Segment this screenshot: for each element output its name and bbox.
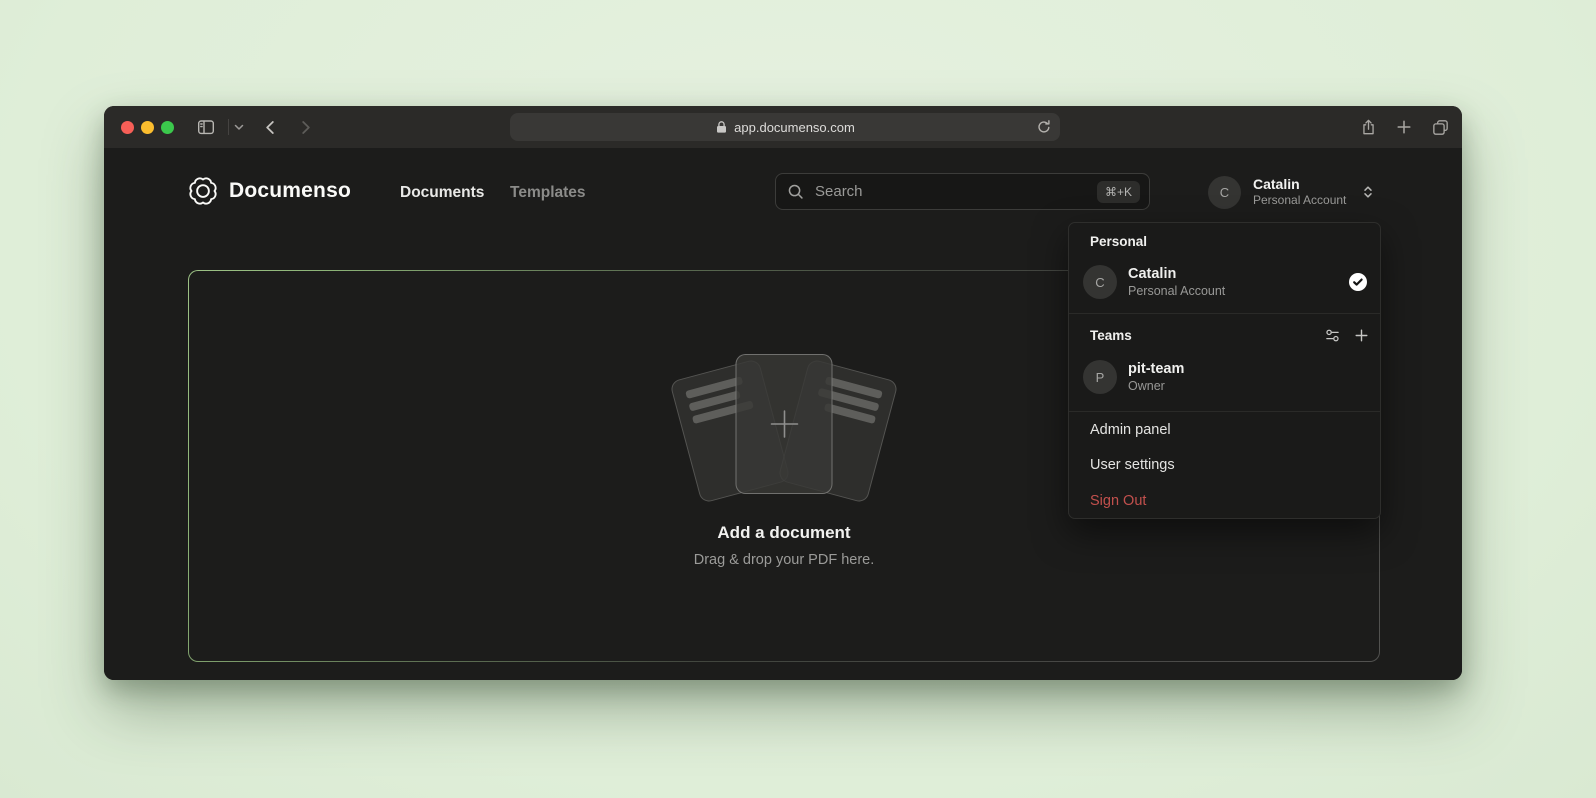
dropzone-title: Add a document — [189, 523, 1379, 543]
add-team-icon[interactable] — [1353, 327, 1370, 344]
team-role: Owner — [1128, 379, 1165, 393]
new-tab-icon[interactable] — [1394, 117, 1414, 137]
personal-account-name: Catalin — [1128, 266, 1176, 282]
forward-icon[interactable] — [295, 117, 315, 137]
account-subtitle: Personal Account — [1253, 193, 1346, 208]
toolbar-divider — [228, 119, 229, 135]
search-bar[interactable]: ⌘+K — [775, 173, 1150, 210]
menu-item-admin-panel[interactable]: Admin panel — [1090, 422, 1171, 438]
address-bar[interactable]: app.documenso.com — [510, 113, 1060, 141]
search-shortcut-badge: ⌘+K — [1097, 181, 1140, 203]
menu-item-user-settings[interactable]: User settings — [1090, 457, 1175, 473]
brand-name: Documenso — [229, 179, 351, 203]
toolbar-chevron-down-icon[interactable] — [232, 117, 246, 137]
logo-rosette-icon — [188, 176, 218, 206]
document-stack-icon — [677, 354, 891, 504]
app-page: Add a document Drag & drop your PDF here… — [104, 148, 1462, 680]
menu-teams-label: Teams — [1090, 328, 1132, 343]
menu-separator — [1069, 411, 1380, 412]
window-minimize-button[interactable] — [141, 121, 154, 134]
browser-titlebar: app.documenso.com — [104, 106, 1462, 148]
address-url: app.documenso.com — [734, 120, 855, 135]
search-icon — [787, 183, 804, 200]
personal-account-avatar: C — [1083, 265, 1117, 299]
nav-documents[interactable]: Documents — [400, 184, 484, 202]
stack-card-center — [736, 354, 833, 494]
menu-personal-label: Personal — [1090, 234, 1147, 249]
back-icon[interactable] — [260, 117, 280, 137]
personal-account-subtitle: Personal Account — [1128, 284, 1225, 298]
window-zoom-button[interactable] — [161, 121, 174, 134]
share-icon[interactable] — [1358, 117, 1378, 137]
lock-icon — [715, 120, 728, 134]
team-preferences-icon[interactable] — [1324, 327, 1341, 344]
window-close-button[interactable] — [121, 121, 134, 134]
account-dropdown-menu: Personal C Catalin Personal Account Team… — [1068, 222, 1381, 519]
account-name: Catalin — [1253, 176, 1346, 193]
sidebar-icon[interactable] — [196, 117, 216, 137]
tab-overview-icon[interactable] — [1430, 117, 1450, 137]
menu-separator — [1069, 313, 1380, 314]
chevrons-up-down-icon[interactable] — [1360, 184, 1376, 200]
account-menu-trigger[interactable]: C Catalin Personal Account — [1208, 176, 1346, 209]
brand[interactable]: Documenso — [188, 176, 351, 206]
refresh-icon[interactable] — [1035, 118, 1053, 136]
team-avatar: P — [1083, 360, 1117, 394]
plus-icon — [766, 406, 802, 442]
menu-item-sign-out[interactable]: Sign Out — [1090, 493, 1146, 509]
dropzone-subtitle: Drag & drop your PDF here. — [189, 552, 1379, 568]
nav-templates[interactable]: Templates — [510, 184, 586, 202]
account-avatar: C — [1208, 176, 1241, 209]
browser-window: app.documenso.com — [104, 106, 1462, 680]
check-circle-icon — [1348, 272, 1368, 292]
team-name: pit-team — [1128, 361, 1184, 377]
search-input[interactable] — [813, 182, 1088, 201]
